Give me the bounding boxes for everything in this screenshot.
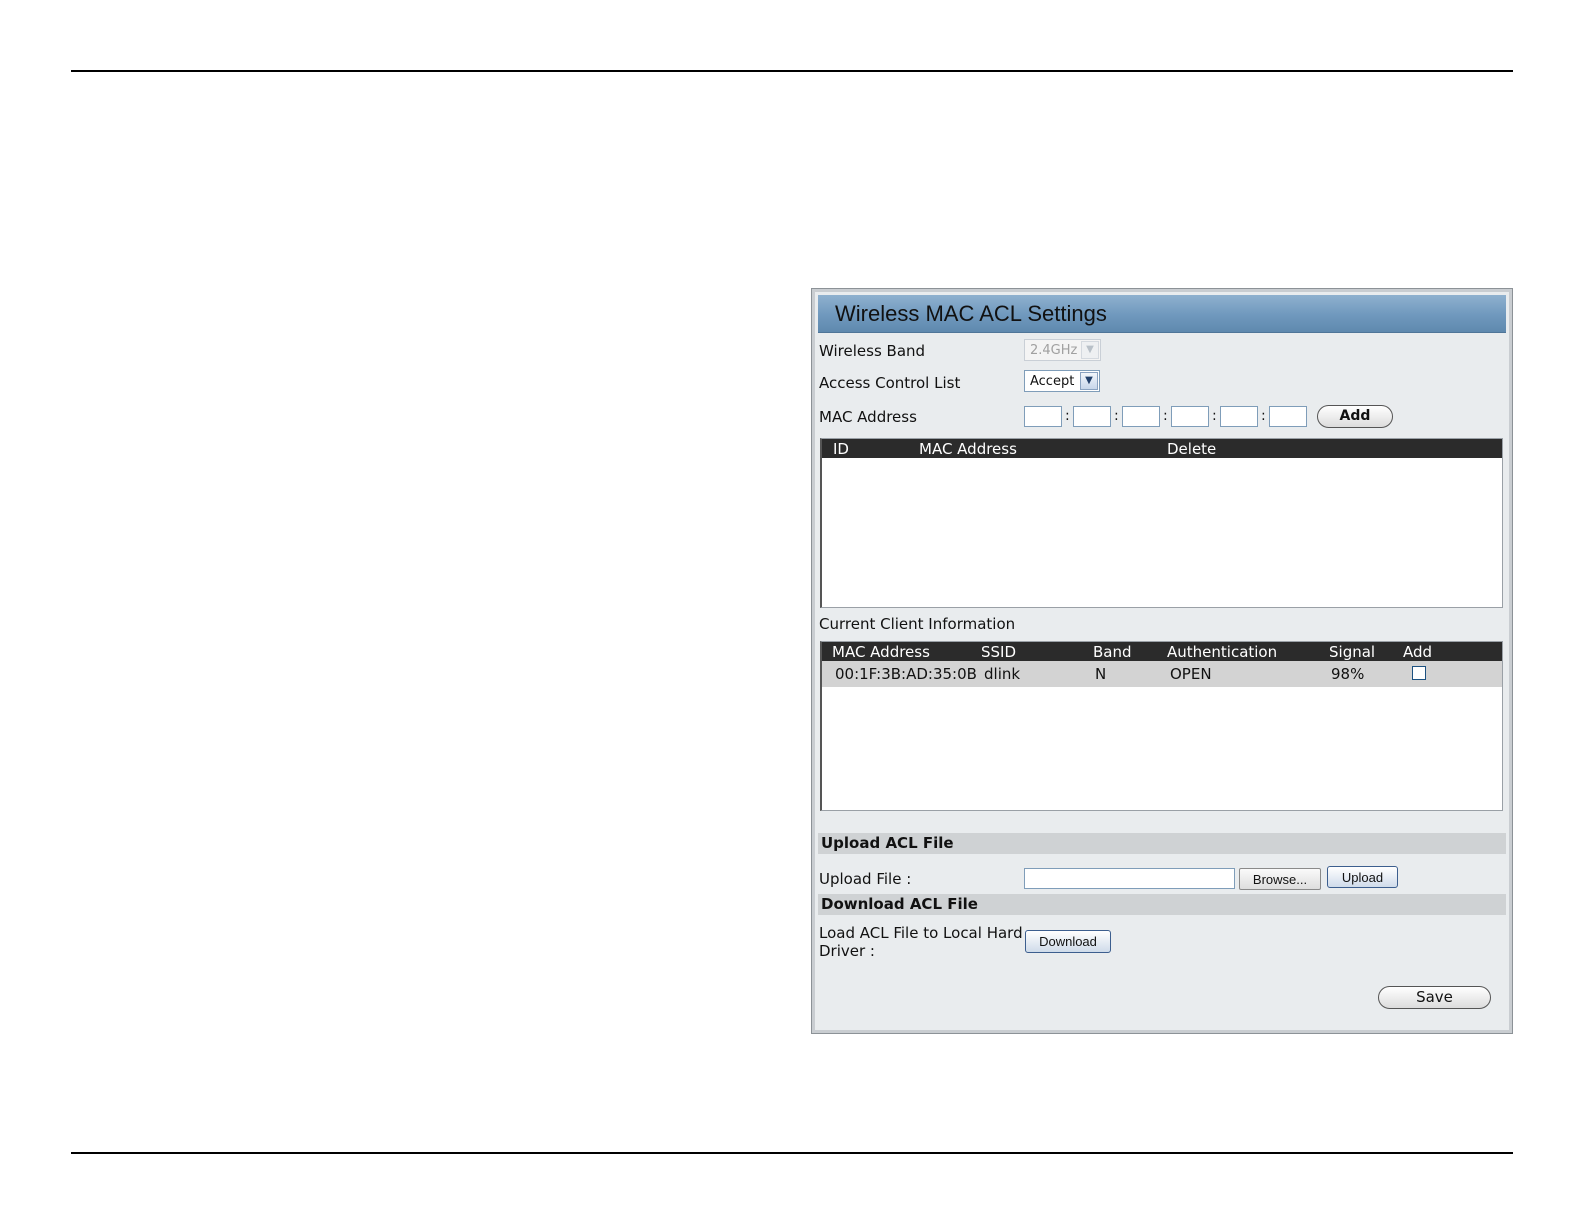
client-auth: OPEN <box>1170 665 1212 683</box>
upload-button[interactable]: Upload <box>1327 866 1398 888</box>
bottom-rule <box>71 1152 1513 1154</box>
client-add-checkbox[interactable] <box>1412 666 1426 680</box>
client-table-header: MAC Address SSID Band Authentication Sig… <box>822 642 1502 661</box>
download-acl-section-header: Download ACL File <box>818 894 1506 915</box>
wireless-band-label: Wireless Band <box>819 342 926 360</box>
upload-file-label: Upload File : <box>819 870 912 888</box>
client-ssid: dlink <box>984 665 1021 683</box>
mac-octet-3-input[interactable] <box>1122 406 1160 427</box>
download-file-label-line2: Driver : <box>819 942 875 960</box>
wireless-band-value: 2.4GHz <box>1030 343 1078 358</box>
mac-separator: : <box>1212 408 1217 424</box>
acl-table: ID MAC Address Delete <box>820 438 1503 608</box>
client-mac: 00:1F:3B:AD:35:0B <box>835 665 977 683</box>
column-header-mac-address: MAC Address <box>919 440 1017 458</box>
column-header-authentication: Authentication <box>1167 643 1278 661</box>
browse-button[interactable]: Browse... <box>1239 868 1321 890</box>
client-band: N <box>1095 665 1107 683</box>
panel-title: Wireless MAC ACL Settings <box>835 301 1107 326</box>
mac-separator: : <box>1261 408 1266 424</box>
mac-octet-4-input[interactable] <box>1171 406 1209 427</box>
client-table: MAC Address SSID Band Authentication Sig… <box>820 641 1503 811</box>
column-header-band: Band <box>1093 643 1132 661</box>
wireless-mac-acl-panel: Wireless MAC ACL Settings Wireless Band … <box>812 289 1512 1033</box>
wireless-band-select[interactable]: 2.4GHz ▼ <box>1024 339 1101 361</box>
column-header-signal: Signal <box>1329 643 1376 661</box>
save-button[interactable]: Save <box>1378 986 1491 1009</box>
access-control-list-label: Access Control List <box>819 374 961 392</box>
client-signal: 98% <box>1331 665 1365 683</box>
download-file-label-line1: Load ACL File to Local Hard <box>819 924 1023 942</box>
client-info-title: Current Client Information <box>819 615 1016 633</box>
column-header-add: Add <box>1403 643 1433 661</box>
upload-file-input[interactable] <box>1024 868 1235 889</box>
panel-header: Wireless MAC ACL Settings <box>818 295 1506 333</box>
mac-separator: : <box>1114 408 1119 424</box>
chevron-down-icon: ▼ <box>1080 372 1098 390</box>
mac-octet-2-input[interactable] <box>1073 406 1111 427</box>
chevron-down-icon: ▼ <box>1081 341 1099 359</box>
mac-separator: : <box>1065 408 1070 424</box>
top-rule <box>71 70 1513 72</box>
download-button[interactable]: Download <box>1025 930 1111 953</box>
mac-octet-1-input[interactable] <box>1024 406 1062 427</box>
mac-separator: : <box>1163 408 1168 424</box>
add-mac-button[interactable]: Add <box>1317 405 1393 428</box>
upload-acl-title: Upload ACL File <box>821 834 954 852</box>
column-header-id: ID <box>833 440 849 458</box>
column-header-ssid: SSID <box>981 643 1017 661</box>
mac-octet-5-input[interactable] <box>1220 406 1258 427</box>
download-acl-title: Download ACL File <box>821 895 978 913</box>
mac-octet-6-input[interactable] <box>1269 406 1307 427</box>
table-row: 00:1F:3B:AD:35:0B dlink N OPEN 98% <box>822 661 1502 687</box>
access-control-list-select[interactable]: Accept ▼ <box>1024 370 1100 392</box>
column-header-mac-address: MAC Address <box>832 643 930 661</box>
access-control-list-value: Accept <box>1030 374 1075 389</box>
acl-table-header: ID MAC Address Delete <box>822 439 1502 458</box>
column-header-delete: Delete <box>1167 440 1217 458</box>
mac-address-label: MAC Address <box>819 408 917 426</box>
upload-acl-section-header: Upload ACL File <box>818 833 1506 854</box>
